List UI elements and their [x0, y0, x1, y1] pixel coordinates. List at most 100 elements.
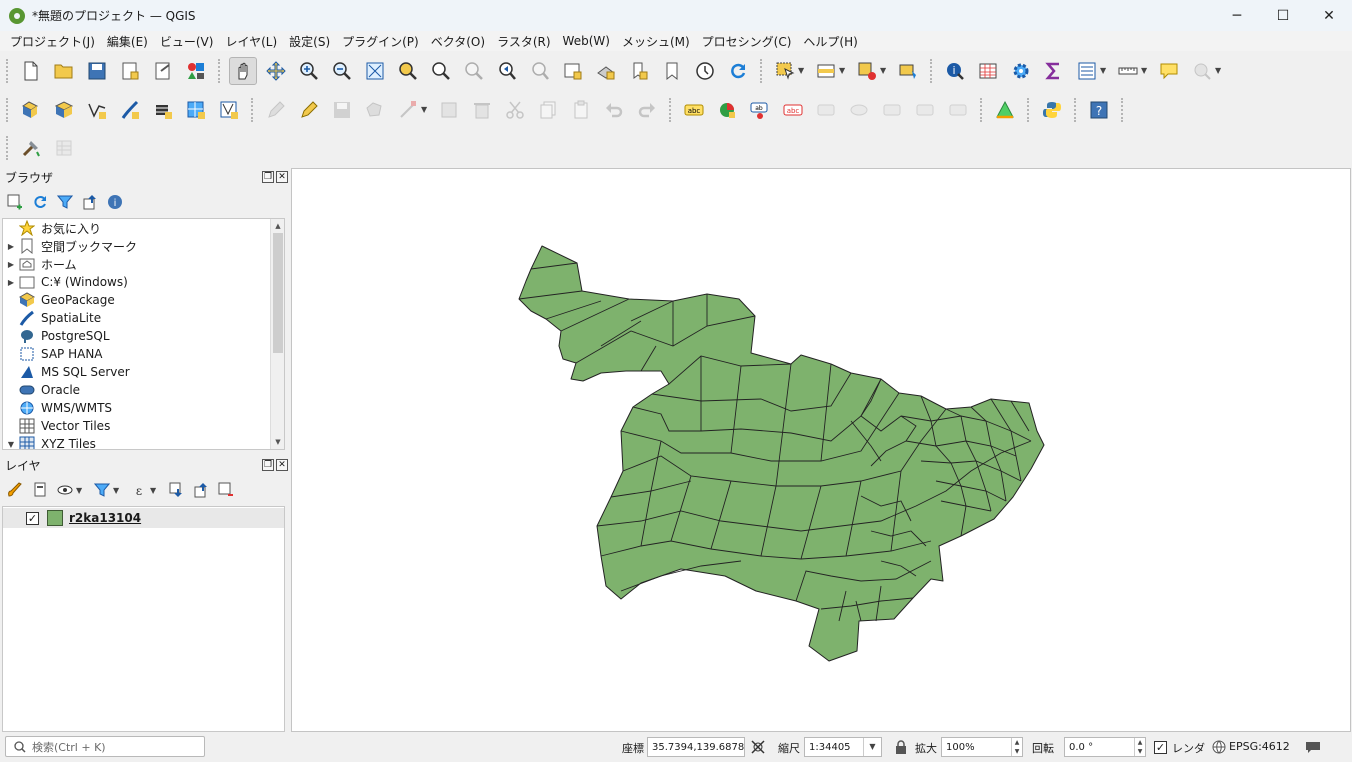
filter-legend-button[interactable]: [91, 480, 112, 501]
measure-line-button[interactable]: [1114, 57, 1142, 85]
add-polygon-feature-button[interactable]: [361, 96, 389, 124]
zoom-to-selection-button[interactable]: [394, 57, 422, 85]
menu-help[interactable]: ヘルプ(H): [797, 33, 863, 50]
toolbar-grip[interactable]: [6, 136, 10, 160]
processing-toolbox-button[interactable]: [991, 96, 1019, 124]
zoom-native-resolution-button[interactable]: [460, 57, 488, 85]
menu-settings[interactable]: 設定(S): [283, 33, 336, 50]
toolbar-grip[interactable]: [669, 97, 673, 122]
zoom-in-button[interactable]: [295, 57, 323, 85]
menu-processing[interactable]: プロセシング(C): [696, 33, 798, 50]
layer-visibility-checkbox[interactable]: ✓: [26, 511, 39, 525]
chevron-down-icon[interactable]: ▼: [1100, 66, 1108, 75]
close-button[interactable]: ✕: [1306, 0, 1352, 31]
delete-selected-button[interactable]: [468, 96, 496, 124]
locator-search-input[interactable]: 検索(Ctrl + K): [5, 736, 205, 757]
browser-item[interactable]: ▶ ホーム: [3, 255, 284, 273]
chevron-down-icon[interactable]: ▼: [150, 486, 158, 495]
crs-button[interactable]: EPSG:4612: [1229, 740, 1290, 753]
manage-visibility-button[interactable]: [54, 480, 75, 501]
scrollbar-thumb[interactable]: [273, 233, 283, 353]
attribute-table-button[interactable]: [974, 57, 1002, 85]
expand-arrow-icon[interactable]: ▼: [3, 440, 19, 449]
add-selected-layers-button[interactable]: [4, 192, 25, 213]
statistics-button[interactable]: [1040, 57, 1068, 85]
new-project-button[interactable]: [17, 57, 45, 85]
enable-properties-button[interactable]: i: [104, 192, 125, 213]
paste-features-button[interactable]: [567, 96, 595, 124]
chevron-down-icon[interactable]: ▼: [113, 486, 121, 495]
menu-view[interactable]: ビュー(V): [154, 33, 220, 50]
float-panel-icon[interactable]: ❐: [262, 459, 274, 471]
style-manager-button[interactable]: [182, 57, 210, 85]
open-project-button[interactable]: [50, 57, 78, 85]
layer-name[interactable]: r2ka13104: [69, 511, 141, 525]
open-field-calculator-button[interactable]: [1073, 57, 1101, 85]
add-mssql-layer-button[interactable]: [149, 96, 177, 124]
undo-button[interactable]: [600, 96, 628, 124]
coordinate-field[interactable]: 35.7394,139.6878: [647, 737, 745, 757]
redo-button[interactable]: [633, 96, 661, 124]
expand-all-button[interactable]: [165, 480, 186, 501]
zoom-to-layer-button[interactable]: [427, 57, 455, 85]
temporal-controller-button[interactable]: [691, 57, 719, 85]
chevron-down-icon[interactable]: ▼: [421, 105, 429, 114]
browser-item[interactable]: ▶ C:¥ (Windows): [3, 273, 284, 291]
expand-arrow-icon[interactable]: ▶: [3, 260, 19, 269]
toolbar-grip[interactable]: [251, 97, 255, 122]
deselect-features-button[interactable]: [853, 57, 881, 85]
layer-diagram-button[interactable]: [713, 96, 741, 124]
close-panel-icon[interactable]: ✕: [276, 171, 288, 183]
rotate-label-button[interactable]: [878, 96, 906, 124]
help-contents-button[interactable]: ?: [1085, 96, 1113, 124]
python-console-button[interactable]: [1038, 96, 1066, 124]
save-edits-button[interactable]: [328, 96, 356, 124]
zoom-last-button[interactable]: [493, 57, 521, 85]
vertex-tool-button[interactable]: [394, 96, 422, 124]
message-log-icon[interactable]: [1305, 739, 1321, 755]
rotation-spinbox[interactable]: 0.0 ° ▲ ▼: [1064, 737, 1146, 757]
crs-globe-icon[interactable]: [1211, 739, 1227, 755]
data-source-manager-button[interactable]: [17, 96, 45, 124]
close-panel-icon[interactable]: ✕: [276, 459, 288, 471]
toolbar-grip[interactable]: [1121, 97, 1125, 122]
map-tips-button[interactable]: [1155, 57, 1183, 85]
current-edits-button[interactable]: [262, 96, 290, 124]
locator-button[interactable]: [1188, 57, 1216, 85]
browser-item[interactable]: Oracle: [3, 381, 284, 399]
plugin-tool-2-button[interactable]: [50, 134, 78, 162]
spin-arrows-icon[interactable]: ▲ ▼: [1011, 738, 1022, 756]
maximize-button[interactable]: ☐: [1260, 0, 1306, 31]
filter-browser-button[interactable]: [54, 192, 75, 213]
collapse-all-button[interactable]: [79, 192, 100, 213]
browser-item[interactable]: SAP HANA: [3, 345, 284, 363]
change-label-button[interactable]: [911, 96, 939, 124]
pan-map-button[interactable]: [228, 56, 257, 85]
toolbar-grip[interactable]: [6, 97, 10, 122]
add-geopackage-layer-button[interactable]: [50, 96, 78, 124]
chevron-down-icon[interactable]: ▼: [76, 486, 84, 495]
zoom-full-button[interactable]: [361, 57, 389, 85]
chevron-down-icon[interactable]: ▼: [863, 738, 881, 756]
magnifier-spinbox[interactable]: 100% ▲ ▼: [941, 737, 1023, 757]
zoom-out-button[interactable]: [328, 57, 356, 85]
map-canvas[interactable]: [291, 168, 1351, 732]
scroll-down-arrow-icon[interactable]: ▼: [271, 435, 284, 449]
pin-labels-button[interactable]: ab: [746, 96, 774, 124]
zoom-next-button[interactable]: [526, 57, 554, 85]
browser-item[interactable]: Vector Tiles: [3, 417, 284, 435]
highlight-pinned-labels-button[interactable]: abc: [779, 96, 807, 124]
toolbar-grip[interactable]: [218, 58, 222, 83]
layer-symbol-swatch[interactable]: [47, 510, 63, 526]
new-print-layout-button[interactable]: [116, 57, 144, 85]
pan-to-selection-button[interactable]: [262, 57, 290, 85]
show-hide-labels-button[interactable]: [845, 96, 873, 124]
toolbar-grip[interactable]: [1074, 97, 1078, 122]
add-wms-layer-button[interactable]: [182, 96, 210, 124]
refresh-button[interactable]: [724, 57, 752, 85]
layer-labeling-button[interactable]: abc: [680, 96, 708, 124]
layer-row[interactable]: ✓ r2ka13104: [3, 508, 284, 528]
browser-item[interactable]: PostgreSQL: [3, 327, 284, 345]
cut-features-button[interactable]: [501, 96, 529, 124]
menu-layer[interactable]: レイヤ(L): [219, 33, 283, 50]
